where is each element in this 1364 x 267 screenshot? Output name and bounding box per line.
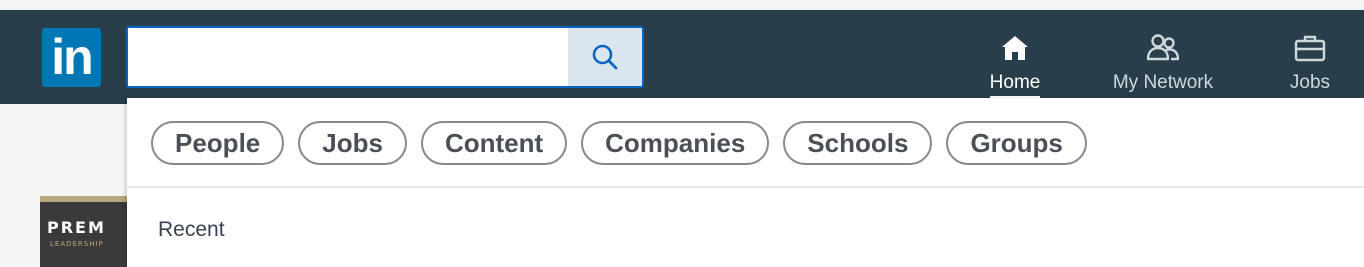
search-box bbox=[126, 26, 644, 88]
background-thumbnail[interactable]: PREM LEADERSHIP bbox=[40, 196, 127, 267]
search-input[interactable] bbox=[128, 28, 570, 86]
page: in Home My Network Jobs PREM LEADERSHIP … bbox=[0, 0, 1364, 267]
filter-chip-content[interactable]: Content bbox=[420, 121, 568, 165]
filter-chip-jobs[interactable]: Jobs bbox=[298, 121, 407, 165]
search-icon bbox=[592, 44, 618, 70]
search-button[interactable] bbox=[568, 28, 642, 86]
nav-item-jobs[interactable]: Jobs bbox=[1285, 10, 1335, 104]
filter-chip-companies[interactable]: Companies bbox=[581, 121, 770, 165]
thumbnail-title: PREM bbox=[47, 218, 106, 237]
thumbnail-subtitle: LEADERSHIP bbox=[50, 240, 104, 248]
dropdown-divider bbox=[127, 186, 1364, 188]
search-filter-chips: People Jobs Content Companies Schools Gr… bbox=[151, 121, 1087, 165]
briefcase-icon bbox=[1293, 30, 1327, 66]
home-icon bbox=[1000, 30, 1030, 66]
filter-chip-groups[interactable]: Groups bbox=[946, 121, 1087, 165]
nav-item-my-network[interactable]: My Network bbox=[1102, 10, 1224, 104]
search-dropdown: People Jobs Content Companies Schools Gr… bbox=[127, 98, 1364, 267]
nav-item-jobs-label: Jobs bbox=[1289, 72, 1331, 93]
recent-searches-heading: Recent bbox=[158, 218, 225, 241]
people-icon bbox=[1145, 30, 1181, 66]
linkedin-logo[interactable]: in bbox=[42, 28, 101, 87]
nav-item-home-label: Home bbox=[989, 72, 1041, 99]
nav-item-my-network-label: My Network bbox=[1112, 72, 1214, 93]
nav-item-home[interactable]: Home bbox=[984, 10, 1046, 104]
filter-chip-people[interactable]: People bbox=[151, 121, 285, 165]
filter-chip-schools[interactable]: Schools bbox=[783, 121, 933, 165]
